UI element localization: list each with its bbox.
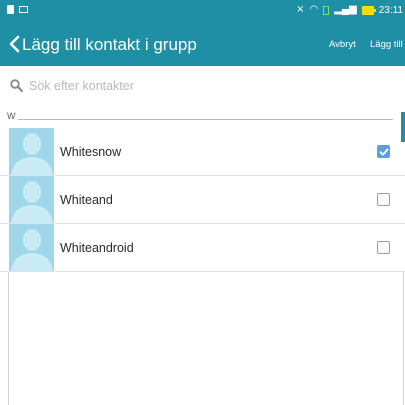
status-right-icons: ⨯ ◠ ▂▄▆ 23:11 (296, 4, 403, 16)
frame-edge-left (8, 272, 9, 405)
status-time: 23:11 (378, 4, 403, 16)
contact-name: Whitesnow (60, 145, 122, 159)
add-button[interactable]: Lägg till (370, 39, 403, 51)
image-icon (19, 6, 28, 13)
signal-icon: ▂▄▆ (334, 4, 357, 15)
app-toolbar: Lägg till kontakt i grupp Avbryt Lägg ti… (0, 22, 405, 66)
contact-name: Whiteand (60, 193, 113, 207)
contact-list: Whitesnow Whiteand Whiteandroid (0, 128, 405, 272)
search-icon (10, 79, 23, 92)
search-bar (0, 66, 405, 106)
wifi-icon: ◠ (309, 4, 319, 15)
contact-checkbox[interactable] (377, 193, 390, 206)
frame-edge-right (403, 272, 404, 405)
section-divider (18, 119, 393, 120)
avatar-silhouette-icon (9, 176, 54, 223)
contact-row[interactable]: Whitesnow (0, 128, 405, 176)
status-left-icons (7, 5, 28, 14)
avatar-silhouette-icon (9, 128, 54, 175)
back-icon[interactable] (6, 34, 22, 54)
page-title: Lägg till kontakt i grupp (22, 35, 197, 54)
check-icon (379, 148, 389, 156)
document-icon (7, 5, 14, 14)
sim-icon (323, 5, 330, 15)
contact-name: Whiteandroid (60, 241, 134, 255)
section-letter: W (7, 111, 16, 121)
add-contact-to-group-screen: ⨯ ◠ ▂▄▆ 23:11 Lägg till kontakt i grupp … (0, 0, 405, 405)
contact-row[interactable]: Whiteandroid (0, 224, 405, 272)
avatar (9, 128, 54, 175)
avatar (9, 224, 54, 271)
avatar-silhouette-icon (9, 224, 54, 271)
contact-row[interactable]: Whiteand (0, 176, 405, 224)
battery-icon (361, 5, 376, 15)
cancel-button[interactable]: Avbryt (329, 39, 356, 51)
contact-checkbox[interactable] (377, 145, 390, 158)
mute-icon: ⨯ (296, 4, 305, 15)
search-input[interactable] (29, 77, 309, 95)
avatar (9, 176, 54, 223)
contact-checkbox[interactable] (377, 241, 390, 254)
section-header: W (0, 108, 405, 128)
status-bar: ⨯ ◠ ▂▄▆ 23:11 (0, 0, 405, 22)
